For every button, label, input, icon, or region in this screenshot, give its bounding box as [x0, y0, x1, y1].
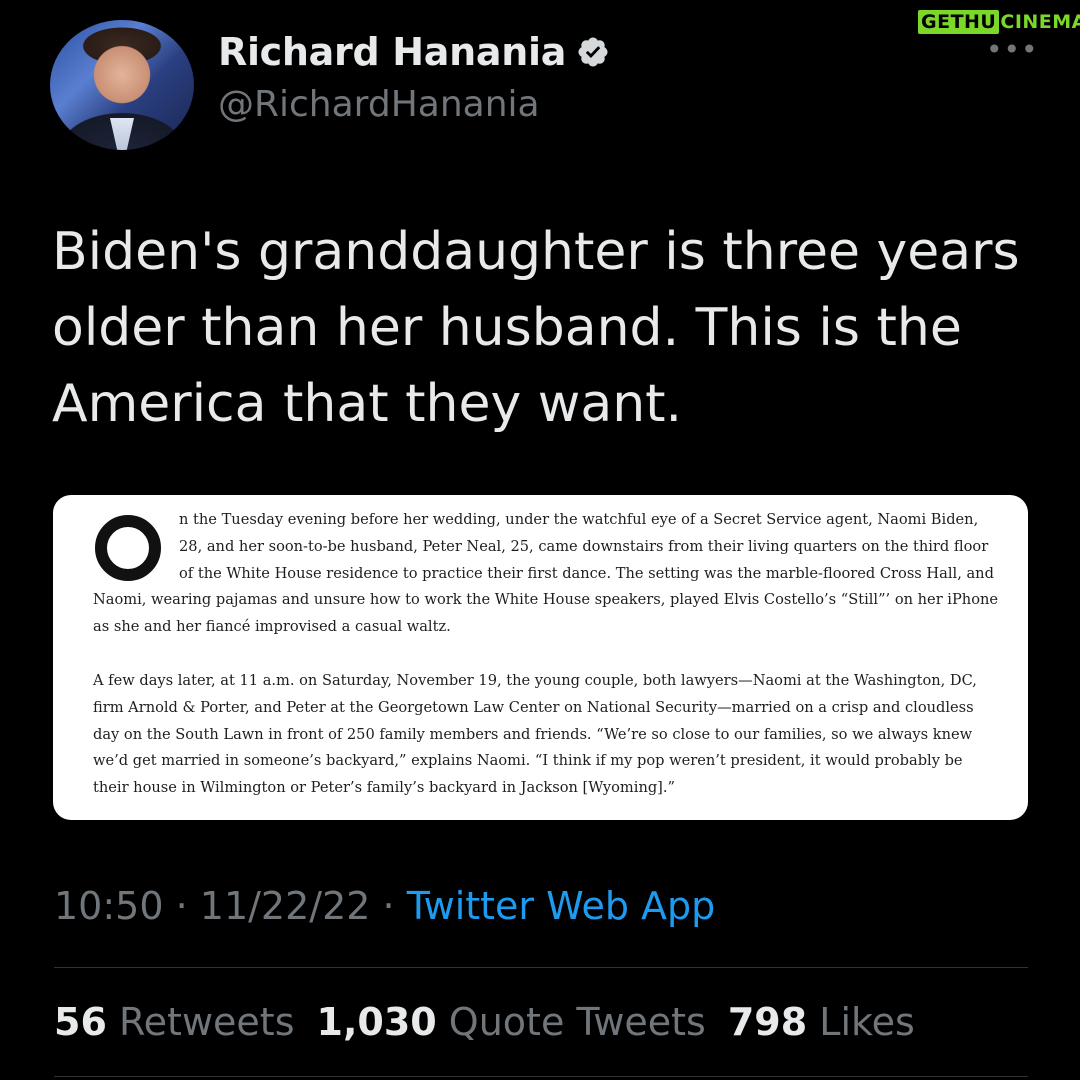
- tweet-source[interactable]: Twitter Web App: [407, 884, 716, 928]
- author-name-row: Richard Hanania: [218, 30, 610, 74]
- meta-separator: ·: [370, 884, 407, 928]
- more-horizontal-icon[interactable]: •••: [986, 36, 1039, 64]
- likes-stat[interactable]: 798 Likes: [728, 1000, 915, 1044]
- watermark-part1: GETHU: [918, 10, 1000, 34]
- author-name[interactable]: Richard Hanania: [218, 30, 566, 74]
- watermark-logo: GETHU CINEMA: [918, 10, 1080, 34]
- article-paragraph-2: A few days later, at 11 a.m. on Saturday…: [93, 671, 977, 797]
- verified-badge-icon: [578, 37, 608, 67]
- article-paragraph-1: n the Tuesday evening before her wedding…: [93, 511, 999, 636]
- quotes-count: 1,030: [316, 1000, 437, 1044]
- quotes-stat[interactable]: 1,030 Quote Tweets: [317, 1000, 706, 1044]
- avatar[interactable]: [50, 20, 194, 150]
- tweet-date[interactable]: 11/22/22: [200, 884, 371, 928]
- tweet-text: Biden's granddaughter is three years old…: [52, 222, 1020, 434]
- retweets-count: 56: [54, 1000, 107, 1044]
- divider: [54, 1076, 1028, 1077]
- meta-separator: ·: [163, 884, 200, 928]
- dropcap-o: [95, 515, 161, 581]
- likes-count: 798: [727, 1000, 808, 1044]
- retweets-label: Retweets: [118, 1000, 295, 1044]
- tweet-image[interactable]: n the Tuesday evening before her wedding…: [53, 495, 1028, 820]
- likes-label: Likes: [819, 1000, 915, 1044]
- quotes-label: Quote Tweets: [448, 1000, 706, 1044]
- tweet-time[interactable]: 10:50: [54, 884, 164, 928]
- author-handle[interactable]: @RichardHanania: [218, 84, 540, 125]
- tweet-stats: 56 Retweets 1,030 Quote Tweets 798 Likes: [54, 1000, 915, 1044]
- tweet-meta: 10:50 · 11/22/22 · Twitter Web App: [54, 884, 715, 928]
- watermark-part2: CINEMA: [1000, 11, 1080, 33]
- divider: [54, 967, 1028, 968]
- retweets-stat[interactable]: 56 Retweets: [54, 1000, 295, 1044]
